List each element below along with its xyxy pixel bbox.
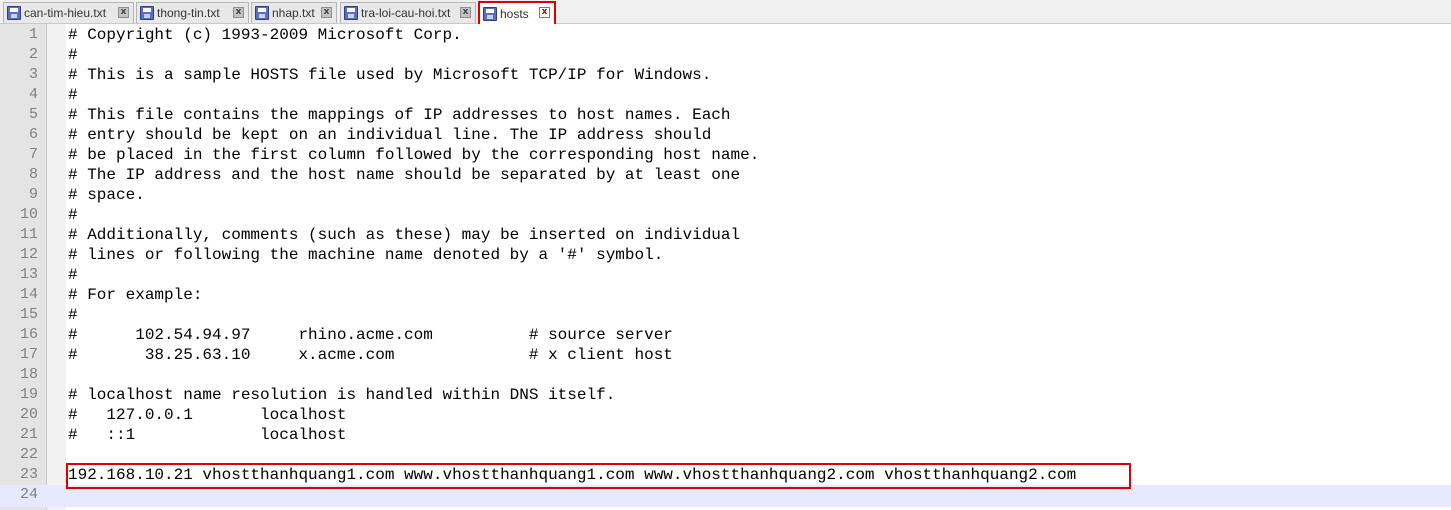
line-text[interactable]: # — [68, 205, 78, 225]
editor-line[interactable]: 3 # This is a sample HOSTS file used by M… — [0, 65, 1451, 85]
line-text[interactable]: # ::1 localhost — [68, 425, 346, 445]
line-number: 22 — [19, 446, 38, 463]
editor-line[interactable]: 20 # 127.0.0.1 localhost — [0, 405, 1451, 425]
line-text[interactable]: # localhost name resolution is handled w… — [68, 385, 615, 405]
editor-line[interactable]: 15 # — [0, 305, 1451, 325]
floppy-disk-icon — [483, 6, 497, 21]
close-icon[interactable]: x — [539, 7, 550, 18]
editor-line[interactable]: 9 # space. — [0, 185, 1451, 205]
tab-label: thong-tin.txt — [157, 6, 220, 20]
editor-line[interactable]: 18 — [0, 365, 1451, 385]
line-text[interactable]: # Additionally, comments (such as these)… — [68, 225, 740, 245]
editor-line[interactable]: 10 # — [0, 205, 1451, 225]
editor-line[interactable]: 7 # be placed in the first column followe… — [0, 145, 1451, 165]
line-text[interactable]: # 102.54.94.97 rhino.acme.com # source s… — [68, 325, 673, 345]
floppy-disk-icon — [255, 6, 269, 20]
line-number: 6 — [28, 126, 38, 143]
close-icon[interactable]: x — [321, 7, 332, 18]
tab-thong-tin[interactable]: thong-tin.txt x — [136, 2, 249, 23]
tab-label: hosts — [500, 6, 529, 21]
line-text[interactable]: # This is a sample HOSTS file used by Mi… — [68, 65, 711, 85]
line-number: 19 — [19, 386, 38, 403]
line-number: 20 — [19, 406, 38, 423]
floppy-disk-icon — [140, 6, 154, 20]
line-number: 2 — [28, 46, 38, 63]
line-text[interactable]: # lines or following the machine name de… — [68, 245, 663, 265]
tab-can-tim-hieu[interactable]: can-tim-hieu.txt x — [3, 2, 134, 23]
editor-line[interactable]: 4 # — [0, 85, 1451, 105]
tab-hosts[interactable]: hosts x — [478, 1, 556, 24]
line-number: 11 — [19, 226, 38, 243]
line-number: 21 — [19, 426, 38, 443]
line-number: 4 — [28, 86, 38, 103]
floppy-disk-icon — [7, 6, 21, 20]
tab-nhap[interactable]: nhap.txt x — [251, 2, 337, 23]
line-number: 9 — [28, 186, 38, 203]
editor-line[interactable]: 23 192.168.10.21 vhostthanhquang1.com www… — [0, 465, 1451, 485]
line-text[interactable]: # be placed in the first column followed… — [68, 145, 759, 165]
line-number: 16 — [19, 326, 38, 343]
close-icon[interactable]: x — [460, 7, 471, 18]
editor-line[interactable]: 5 # This file contains the mappings of IP… — [0, 105, 1451, 125]
close-icon[interactable]: x — [118, 7, 129, 18]
line-text[interactable]: # The IP address and the host name shoul… — [68, 165, 740, 185]
line-text[interactable]: # entry should be kept on an individual … — [68, 125, 711, 145]
line-text[interactable]: 192.168.10.21 vhostthanhquang1.com www.v… — [68, 465, 1076, 485]
editor-line[interactable]: 13 # — [0, 265, 1451, 285]
editor-line[interactable]: 2 # — [0, 45, 1451, 65]
editor-line[interactable]: 17 # 38.25.63.10 x.acme.com # x client ho… — [0, 345, 1451, 365]
editor-line[interactable]: 8 # The IP address and the host name shou… — [0, 165, 1451, 185]
line-text[interactable]: # 127.0.0.1 localhost — [68, 405, 346, 425]
close-icon[interactable]: x — [233, 7, 244, 18]
line-number: 1 — [28, 26, 38, 43]
line-number: 18 — [19, 366, 38, 383]
line-text[interactable]: # space. — [68, 185, 145, 205]
line-number: 24 — [19, 486, 38, 503]
tab-label: tra-loi-cau-hoi.txt — [361, 6, 451, 20]
editor-line[interactable]: 12 # lines or following the machine name … — [0, 245, 1451, 265]
line-number: 7 — [28, 146, 38, 163]
tab-label: nhap.txt — [272, 6, 315, 20]
line-text[interactable]: # — [68, 265, 78, 285]
line-text[interactable]: # — [68, 305, 78, 325]
editor-line[interactable]: 16 # 102.54.94.97 rhino.acme.com # source… — [0, 325, 1451, 345]
line-text[interactable]: # — [68, 45, 78, 65]
line-number: 12 — [19, 246, 38, 263]
line-text[interactable]: # Copyright (c) 1993-2009 Microsoft Corp… — [68, 25, 462, 45]
editor-line[interactable]: 1 # Copyright (c) 1993-2009 Microsoft Cor… — [0, 25, 1451, 45]
editor-line[interactable]: 6 # entry should be kept on an individual… — [0, 125, 1451, 145]
line-number: 10 — [19, 206, 38, 223]
text-editor[interactable]: 1 # Copyright (c) 1993-2009 Microsoft Cor… — [0, 24, 1451, 510]
line-number: 8 — [28, 166, 38, 183]
line-number: 17 — [19, 346, 38, 363]
line-text[interactable]: # 38.25.63.10 x.acme.com # x client host — [68, 345, 673, 365]
line-number: 13 — [19, 266, 38, 283]
line-text[interactable]: # This file contains the mappings of IP … — [68, 105, 731, 125]
editor-line[interactable]: 24 — [0, 485, 1451, 507]
editor-line[interactable]: 21 # ::1 localhost — [0, 425, 1451, 445]
tab-label: can-tim-hieu.txt — [24, 6, 107, 20]
editor-line[interactable]: 19 # localhost name resolution is handled… — [0, 385, 1451, 405]
line-number: 14 — [19, 286, 38, 303]
line-text[interactable]: # For example: — [68, 285, 202, 305]
editor-line[interactable]: 22 — [0, 445, 1451, 465]
line-number: 23 — [19, 466, 38, 483]
line-text[interactable]: # — [68, 85, 78, 105]
tab-bar: can-tim-hieu.txt x thong-tin.txt x nhap.… — [0, 0, 1451, 24]
line-number: 15 — [19, 306, 38, 323]
floppy-disk-icon — [344, 6, 358, 20]
editor-line[interactable]: 11 # Additionally, comments (such as thes… — [0, 225, 1451, 245]
tab-tra-loi-cau-hoi[interactable]: tra-loi-cau-hoi.txt x — [340, 2, 476, 23]
line-number: 3 — [28, 66, 38, 83]
editor-line[interactable]: 14 # For example: — [0, 285, 1451, 305]
line-number: 5 — [28, 106, 38, 123]
